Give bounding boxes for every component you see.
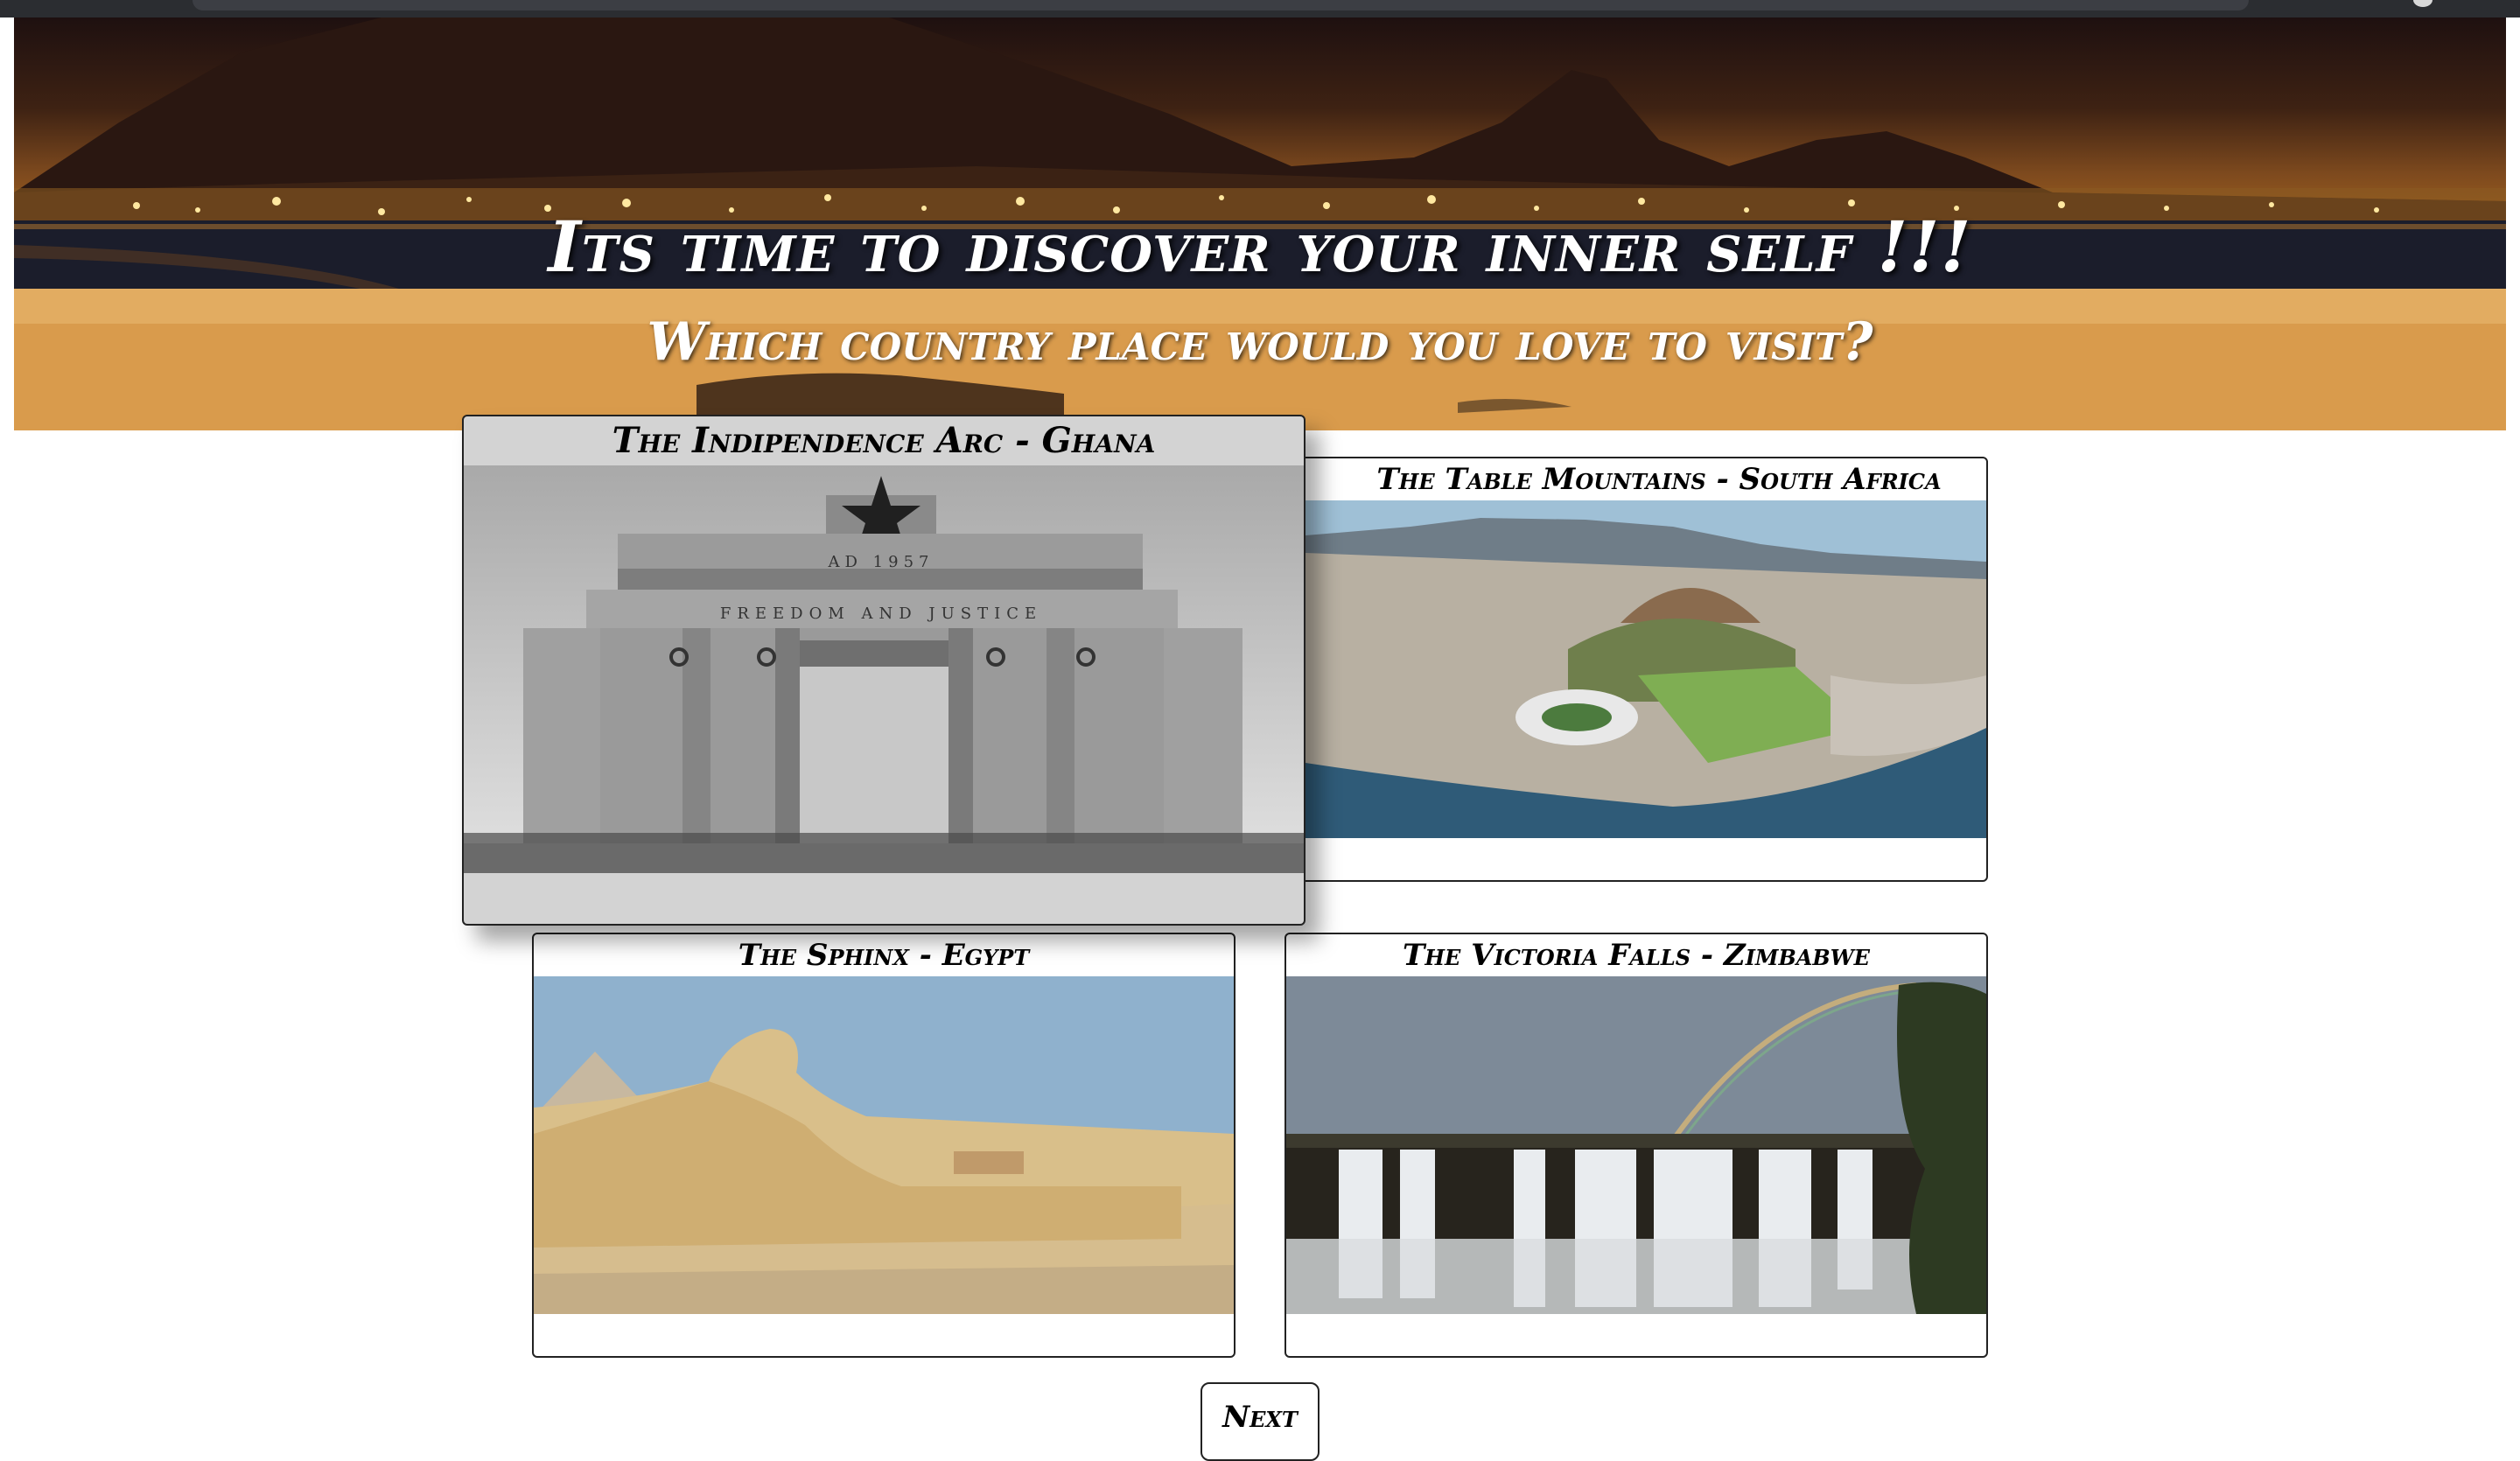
svg-text:FREEDOM AND JUSTICE: FREEDOM AND JUSTICE (720, 605, 1042, 623)
hero-title: Its time to discover your inner self !!! (548, 206, 1972, 288)
destination-card-ghana[interactable]: The Indipendence Arc - Ghana AD 1957 FRE… (462, 415, 1306, 926)
destination-card-egypt[interactable]: The Sphinx - Egypt (532, 933, 1236, 1358)
card-title: The Victoria Falls - Zimbabwe (1403, 938, 1870, 973)
svg-text:AD 1957: AD 1957 (828, 553, 934, 571)
browser-toolbar (0, 0, 2520, 17)
hero-banner: Its time to discover your inner self !!!… (14, 17, 2506, 430)
sphinx-image (534, 976, 1234, 1314)
table-mountain-image (1306, 500, 1986, 838)
next-button[interactable]: Next (1200, 1382, 1320, 1461)
profile-icon[interactable] (2413, 0, 2432, 7)
card-title: The Table Mountains - South Africa (1376, 462, 1942, 497)
destination-card-zimbabwe[interactable]: The Victoria Falls - Zimbabwe (1284, 933, 1988, 1358)
independence-arch-image: AD 1957 FREEDOM AND JUSTICE (464, 465, 1304, 873)
card-title: The Sphinx - Egypt (738, 938, 1030, 973)
hero-subtitle: Which country place would you love to vi… (647, 311, 1873, 373)
victoria-falls-image (1286, 976, 1986, 1314)
address-bar[interactable] (192, 0, 2249, 10)
card-title: The Indipendence Arc - Ghana (612, 420, 1156, 461)
destination-card-south-africa[interactable]: The Table Mountains - South Africa (1278, 457, 1988, 882)
